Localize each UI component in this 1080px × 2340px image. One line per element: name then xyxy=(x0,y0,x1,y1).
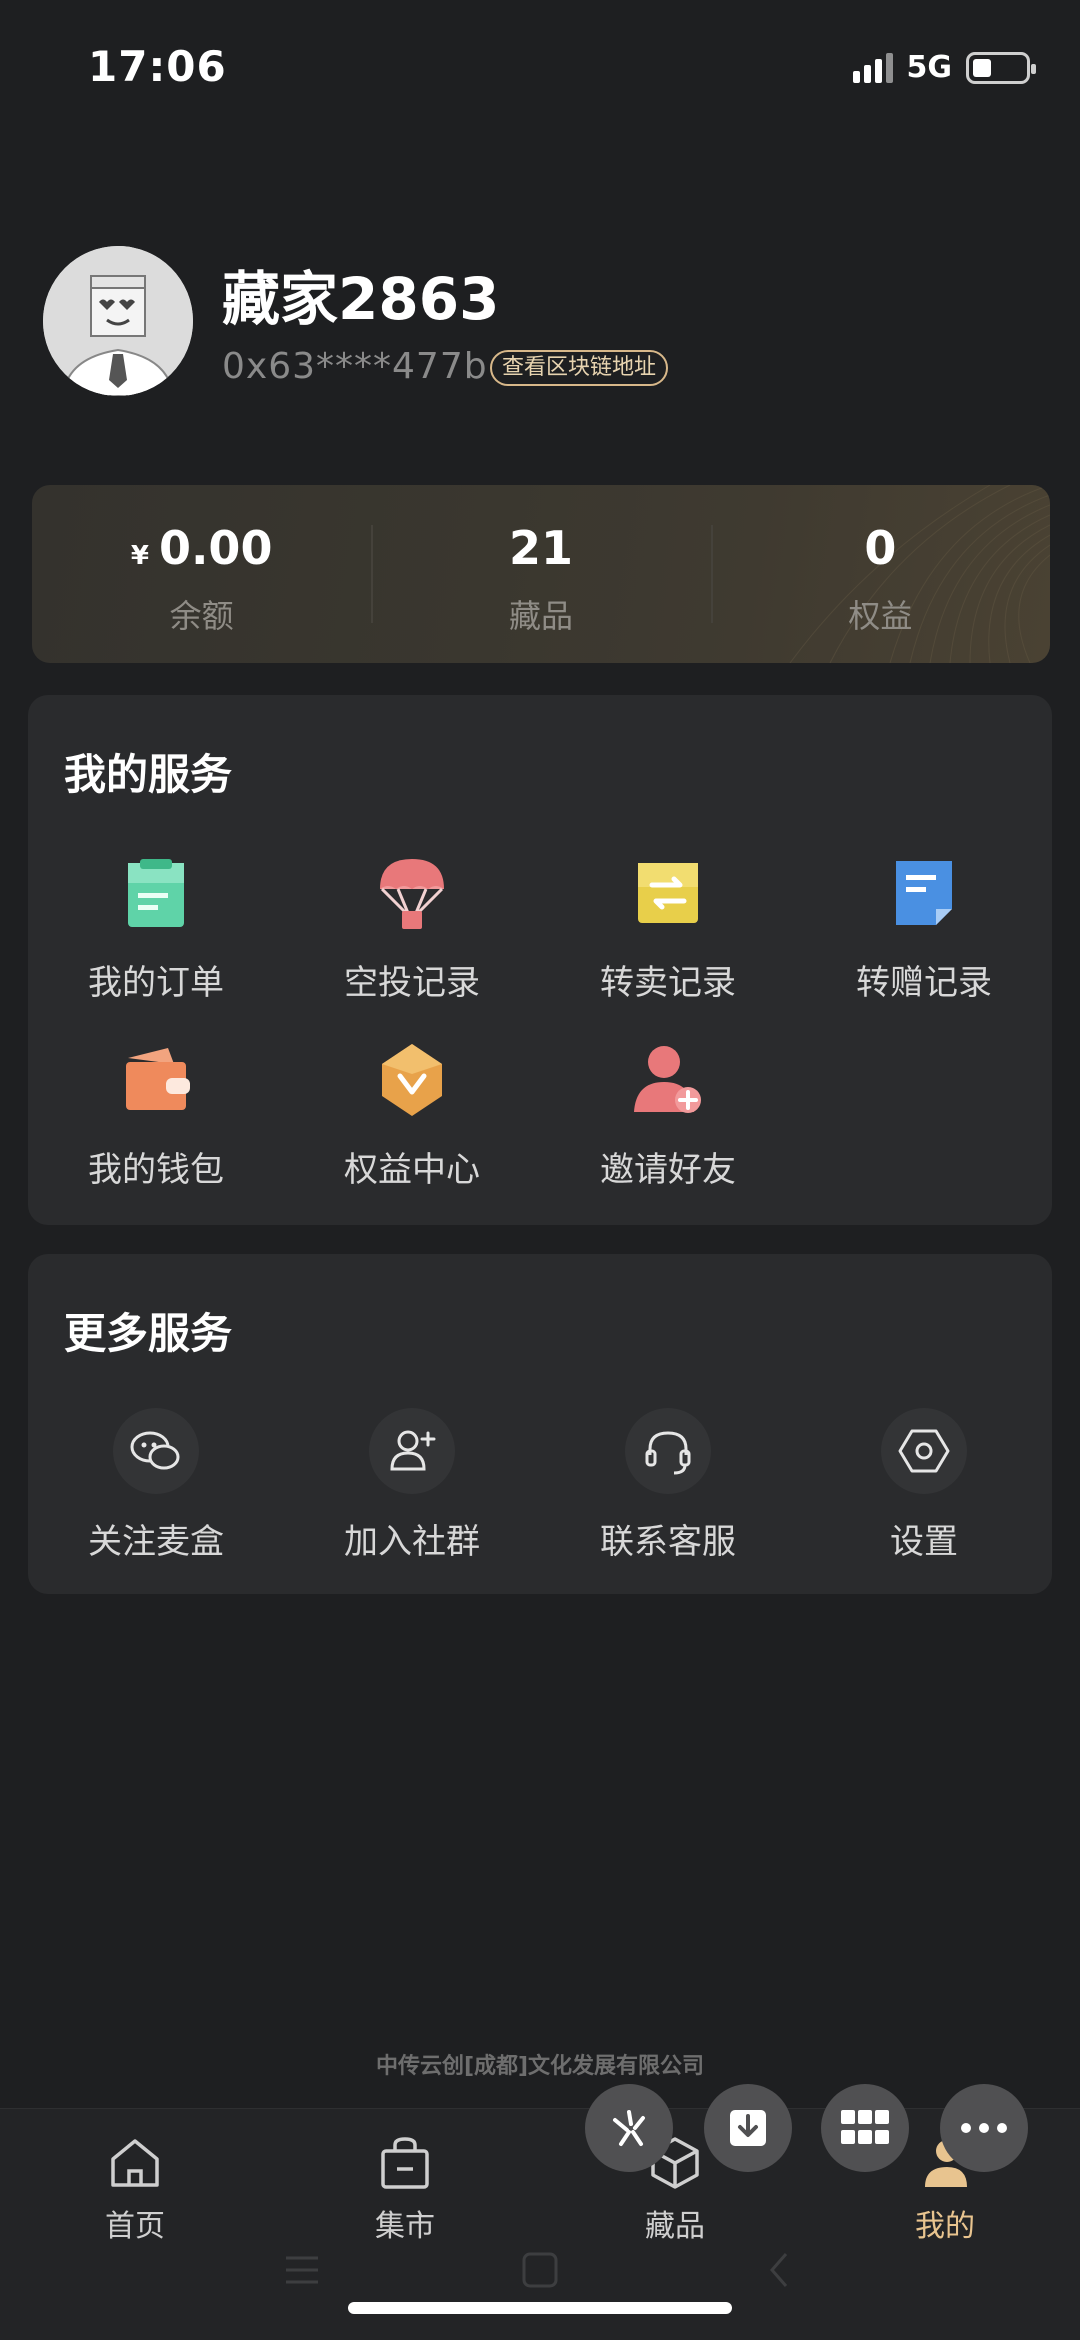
floating-grid-button[interactable] xyxy=(821,2084,909,2172)
tab-home[interactable]: 首页 xyxy=(0,2131,270,2245)
status-indicators: 5G xyxy=(852,50,1036,85)
my-orders-item[interactable]: 我的订单 xyxy=(28,853,284,1004)
add-user-icon xyxy=(369,1408,455,1494)
contact-support-item[interactable]: 联系客服 xyxy=(540,1408,796,1563)
signal-icon xyxy=(852,52,893,83)
home-icon xyxy=(111,2139,159,2187)
battery-icon xyxy=(966,51,1036,84)
wechat-icon xyxy=(113,1408,199,1494)
collection-label: 藏品 xyxy=(508,597,573,635)
avatar[interactable] xyxy=(43,246,193,396)
bag-icon xyxy=(381,2137,429,2189)
my-services-title: 我的服务 xyxy=(64,750,233,799)
download-icon xyxy=(730,2110,766,2146)
square-icon[interactable] xyxy=(520,2250,560,2290)
currency-symbol: ¥ xyxy=(130,541,149,571)
status-bar: 17:06 5G xyxy=(0,0,1080,140)
invite-friends-item[interactable]: 邀请好友 xyxy=(540,1040,796,1191)
balance-stat[interactable]: ¥0.00 余额 xyxy=(32,485,371,663)
collection-count: 21 xyxy=(508,521,573,575)
gift-records-item[interactable]: 转赠记录 xyxy=(796,853,1052,1004)
follow-maihe-item[interactable]: 关注麦盒 xyxy=(28,1408,284,1563)
resale-records-item[interactable]: 转卖记录 xyxy=(540,853,796,1004)
tab-market[interactable]: 集市 xyxy=(270,2131,540,2245)
menu-icon[interactable] xyxy=(282,2250,322,2290)
airdrop-records-item[interactable]: 空投记录 xyxy=(284,853,540,1004)
join-community-item[interactable]: 加入社群 xyxy=(284,1408,540,1563)
document-icon xyxy=(896,861,952,925)
home-indicator[interactable] xyxy=(348,2302,732,2314)
my-services-panel: 我的服务 我的订单 空投记录 转卖记录 转赠记录 我的钱包 权益中心 邀请好友 xyxy=(28,695,1052,1225)
status-time: 17:06 xyxy=(88,42,227,91)
rights-center-item[interactable]: 权益中心 xyxy=(284,1040,540,1191)
view-chain-address-button[interactable]: 查看区块链地址 xyxy=(490,350,669,386)
wallet-address: 0x63****477b xyxy=(222,346,488,387)
more-services-panel: 更多服务 关注麦盒 加入社群 联系客服 设置 xyxy=(28,1254,1052,1594)
collection-stat[interactable]: 21 藏品 xyxy=(371,485,710,663)
add-friend-icon xyxy=(634,1046,701,1113)
more-icon xyxy=(961,2123,1007,2133)
stats-card: ¥0.00 余额 21 藏品 0 权益 xyxy=(32,485,1050,663)
rights-count: 0 xyxy=(864,521,897,575)
more-services-title: 更多服务 xyxy=(64,1309,233,1358)
sparkle-icon xyxy=(613,2110,645,2146)
settings-icon xyxy=(881,1408,967,1494)
balance-value: 0.00 xyxy=(158,521,273,575)
network-label: 5G xyxy=(906,50,953,85)
floating-sparkle-button[interactable] xyxy=(585,2084,673,2172)
parachute-icon xyxy=(380,859,444,929)
rights-label: 权益 xyxy=(848,597,913,635)
order-icon xyxy=(128,859,184,927)
company-name: 中传云创[成都]文化发展有限公司 xyxy=(375,2054,705,2079)
exchange-icon xyxy=(638,863,698,923)
badge-icon xyxy=(382,1044,442,1116)
floating-more-button[interactable] xyxy=(940,2084,1028,2172)
settings-item[interactable]: 设置 xyxy=(796,1408,1052,1563)
rights-stat[interactable]: 0 权益 xyxy=(710,485,1050,663)
headset-icon xyxy=(625,1408,711,1494)
balance-label: 余额 xyxy=(169,597,234,635)
grid-icon xyxy=(841,2110,889,2144)
wallet-icon xyxy=(126,1048,190,1110)
floating-download-button[interactable] xyxy=(704,2084,792,2172)
back-icon[interactable] xyxy=(760,2250,800,2290)
my-wallet-item[interactable]: 我的钱包 xyxy=(28,1040,284,1191)
username: 藏家2863 xyxy=(222,265,500,333)
